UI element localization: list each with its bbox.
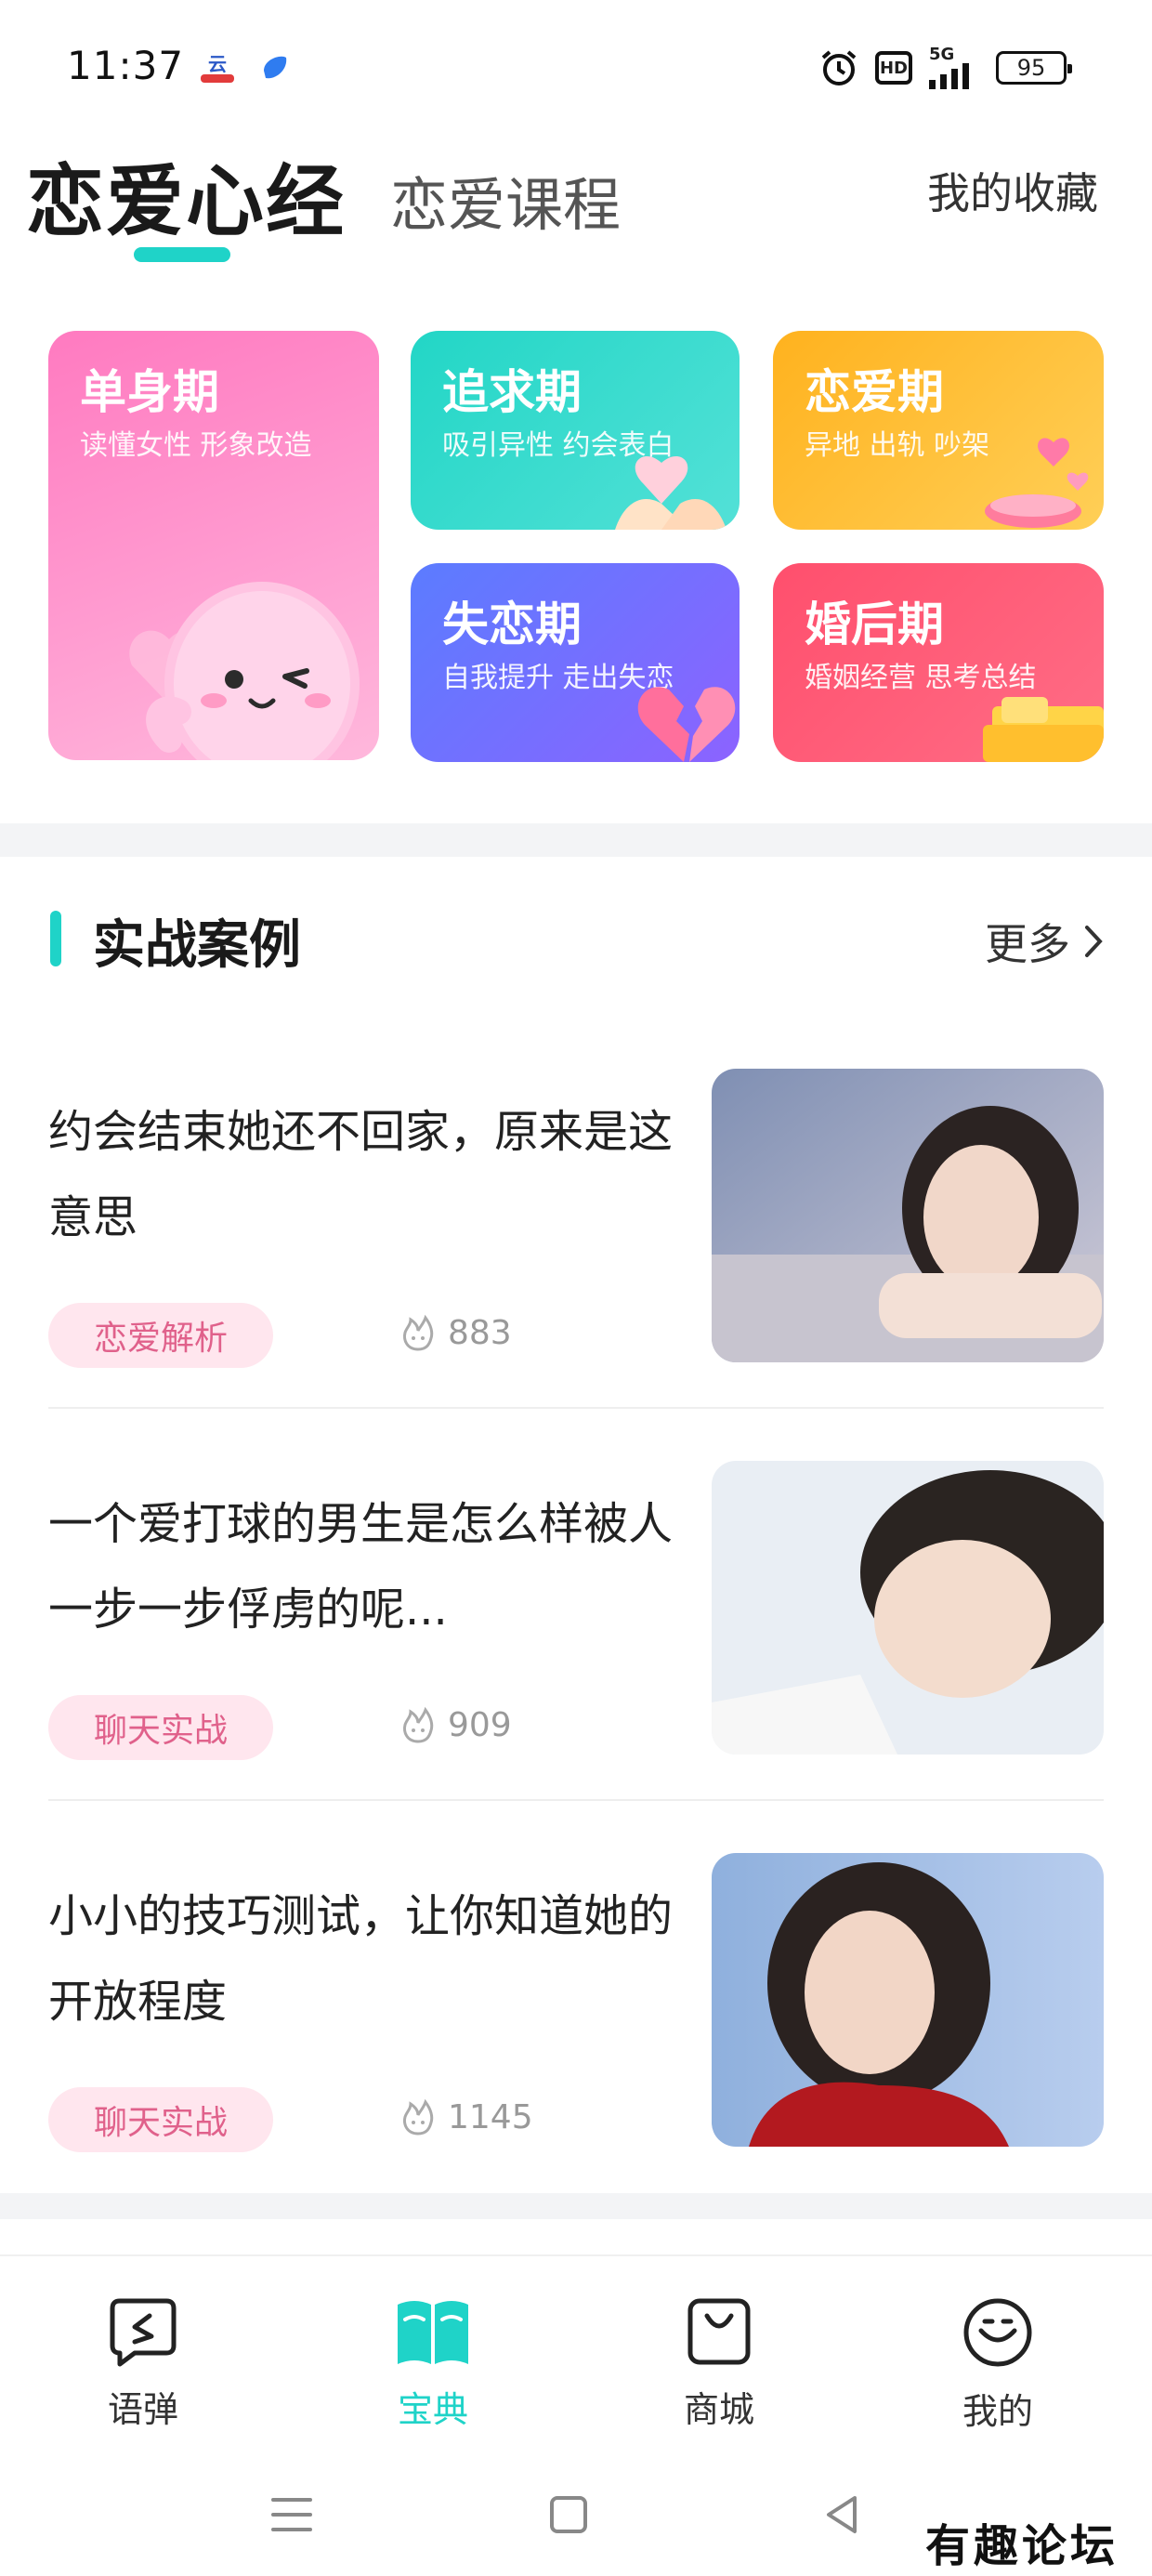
list-separator [48,1799,1104,1801]
open-book-icon [398,2301,468,2364]
section-divider [0,823,1152,857]
status-time: 11:37 [67,43,185,88]
category-subtitle: 读懂女性 形象改造 [80,429,312,462]
app-notification-icon-2 [264,56,287,79]
flame-icon [403,2098,434,2136]
nav-item-profile[interactable]: 我的 [923,2295,1072,2434]
nav-item-store[interactable]: 商城 [645,2295,793,2432]
article-item[interactable]: 小小的技巧测试，让你知道她的开放程度 聊天实战 1145 [48,1853,1104,2206]
nav-item-handbook[interactable]: 宝典 [359,2295,507,2432]
more-label: 更多 [985,919,1070,969]
wink-mascot-icon [129,582,360,760]
bottom-navigation: 语弹 宝典 商城 我的 [0,2254,1152,2450]
my-favorites-link[interactable]: 我的收藏 [927,160,1098,221]
list-separator [48,1407,1104,1409]
hearts-bowl-icon [985,438,1089,528]
nav-item-quotes[interactable]: 语弹 [69,2295,217,2432]
category-card-breakup[interactable]: 失恋期 自我提升 走出失恋 [411,563,740,762]
hd-icon: HD [875,51,912,85]
category-title: 追求期 [442,365,582,419]
heart-hands-icon [615,455,727,530]
category-subtitle: 异地 出轨 吵架 [805,429,990,462]
network-type: 5G [929,45,955,64]
article-thumbnail-photo [712,1461,1104,1755]
smile-face-icon [963,2298,1032,2367]
alarm-icon [821,50,857,85]
category-title: 失恋期 [442,598,582,651]
section-accent-bar [50,911,61,966]
back-triangle-icon[interactable] [814,2487,870,2543]
home-square-icon[interactable] [541,2487,596,2543]
nav-label: 宝典 [397,2389,468,2430]
section-title: 实战案例 [93,915,301,976]
article-item[interactable]: 一个爱打球的男生是怎么样被人一步一步俘虏的呢... 聊天实战 909 [48,1461,1104,1814]
article-tag: 聊天实战 [48,1695,273,1760]
nav-label: 我的 [962,2391,1033,2432]
more-button[interactable]: 更多 [985,911,1104,972]
sofa-icon [983,697,1104,762]
signal-icon: 5G [929,46,979,89]
article-views: 1145 [398,2096,533,2137]
view-count: 1145 [448,2097,533,2136]
status-bar: 11:37 云 HD 5G 95 [0,0,1152,130]
chat-bubble-icon [110,2298,177,2367]
view-count: 883 [448,1313,512,1352]
app-notification-icon: 云 [201,53,234,83]
article-tag: 聊天实战 [48,2087,273,2152]
broken-heart-icon [637,687,736,762]
nav-label: 语弹 [107,2389,178,2430]
article-views: 909 [398,1704,512,1745]
article-title: 一个爱打球的男生是怎么样被人一步一步俘虏的呢... [48,1498,674,1636]
article-title: 约会结束她还不回家，原来是这意思 [48,1106,674,1243]
watermark-text: 有趣论坛 [924,2520,1119,2572]
tab-love-courses[interactable]: 恋爱课程 [390,158,621,242]
article-thumbnail-photo [712,1853,1104,2147]
article-tag: 恋爱解析 [48,1303,273,1368]
category-card-single[interactable]: 单身期 读懂女性 形象改造 [48,331,379,760]
category-title: 婚后期 [805,598,944,651]
article-views: 883 [398,1312,512,1353]
flame-icon [403,1314,434,1351]
flame-icon [403,1706,434,1743]
tab-active-indicator [134,247,230,262]
top-tab-bar: 恋爱心经 恋爱课程 我的收藏 [0,130,1152,279]
battery-icon: 95 [996,51,1072,85]
shopping-bag-icon [687,2298,751,2365]
tab-love-guide[interactable]: 恋爱心经 [26,139,346,252]
view-count: 909 [448,1705,512,1744]
category-card-pursuit[interactable]: 追求期 吸引异性 约会表白 [411,331,740,530]
svg-text:云: 云 [208,53,227,75]
article-item[interactable]: 约会结束她还不回家，原来是这意思 恋爱解析 883 [48,1069,1104,1422]
nav-label: 商城 [683,2389,754,2430]
category-title: 单身期 [80,365,219,419]
category-title: 恋爱期 [805,365,944,419]
menu-icon[interactable] [264,2487,320,2543]
category-card-in-love[interactable]: 恋爱期 异地 出轨 吵架 [773,331,1104,530]
article-title: 小小的技巧测试，让你知道她的开放程度 [48,1890,674,2028]
article-thumbnail-photo [712,1069,1104,1362]
category-card-married[interactable]: 婚后期 婚姻经营 思考总结 [773,563,1104,762]
section-divider [0,2193,1152,2219]
chevron-right-icon [1085,926,1103,957]
